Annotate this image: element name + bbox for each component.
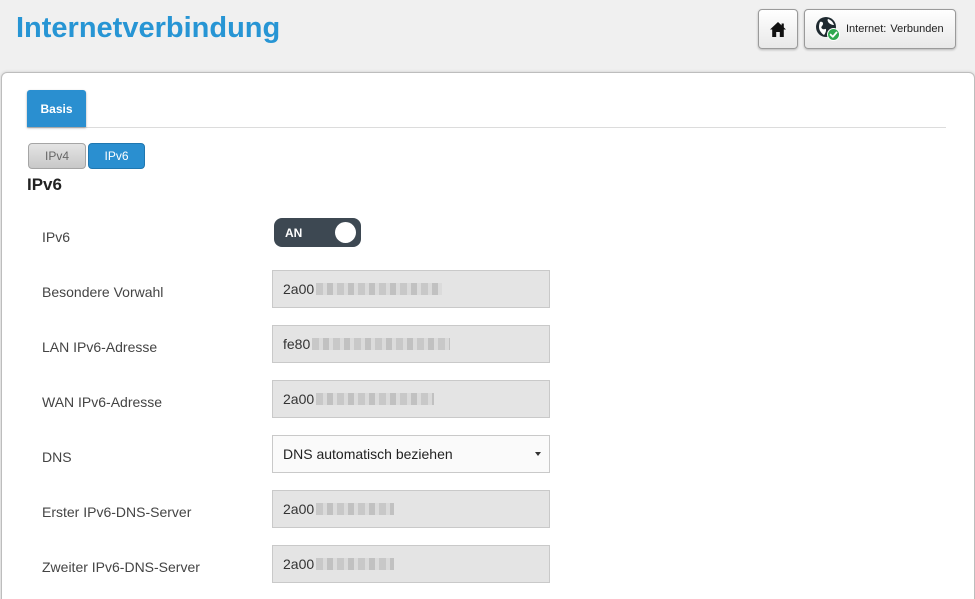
redacted-mask xyxy=(316,393,435,405)
caret-down-icon xyxy=(535,452,541,456)
dns-select[interactable]: DNS automatisch beziehen xyxy=(272,435,550,473)
settings-panel: Basis IPv4 IPv6 IPv6 IPv6 AN Besondere V… xyxy=(1,72,975,599)
home-button[interactable] xyxy=(758,9,798,49)
dns1-value: 2a00 xyxy=(283,501,315,517)
lan-address-value: fe80 xyxy=(283,336,311,352)
internet-status-button[interactable]: Internet: Verbunden xyxy=(804,9,956,49)
page-title: Internetverbindung xyxy=(16,12,281,44)
toggle-knob xyxy=(335,222,356,243)
dns-selected-value: DNS automatisch beziehen xyxy=(283,446,453,462)
prefix-label: Besondere Vorwahl xyxy=(42,284,164,300)
dns1-label: Erster IPv6-DNS-Server xyxy=(42,504,192,520)
dns-label: DNS xyxy=(42,449,72,465)
wan-address-value: 2a00 xyxy=(283,391,315,407)
prefix-field: 2a00 xyxy=(272,270,550,308)
dns2-value: 2a00 xyxy=(283,556,315,572)
redacted-mask xyxy=(316,283,443,295)
section-title: IPv6 xyxy=(27,175,62,194)
tab-bar: Basis xyxy=(27,90,946,128)
globe-connected-icon xyxy=(815,16,841,42)
ipv6-toggle[interactable]: AN xyxy=(274,218,361,247)
redacted-mask xyxy=(316,558,395,570)
redacted-mask xyxy=(312,338,451,350)
wan-address-label: WAN IPv6-Adresse xyxy=(42,394,163,410)
page-header: Internetverbindung Internet: Verbunden xyxy=(0,0,975,72)
lan-address-field: fe80 xyxy=(272,325,550,363)
subtab-ipv4[interactable]: IPv4 xyxy=(28,143,86,169)
dns1-field: 2a00 xyxy=(272,490,550,528)
lan-address-label: LAN IPv6-Adresse xyxy=(42,339,158,355)
status-label: Internet: xyxy=(846,23,887,35)
dns2-label: Zweiter IPv6-DNS-Server xyxy=(42,559,200,575)
redacted-mask xyxy=(316,503,395,515)
dns2-field: 2a00 xyxy=(272,545,550,583)
toggle-state-label: AN xyxy=(285,225,303,240)
home-icon xyxy=(770,21,786,37)
subtab-ipv6[interactable]: IPv6 xyxy=(88,143,145,169)
wan-address-field: 2a00 xyxy=(272,380,550,418)
tab-basis[interactable]: Basis xyxy=(27,90,86,127)
status-value: Verbunden xyxy=(890,23,944,35)
ipv6-label: IPv6 xyxy=(42,229,71,245)
prefix-value: 2a00 xyxy=(283,281,315,297)
